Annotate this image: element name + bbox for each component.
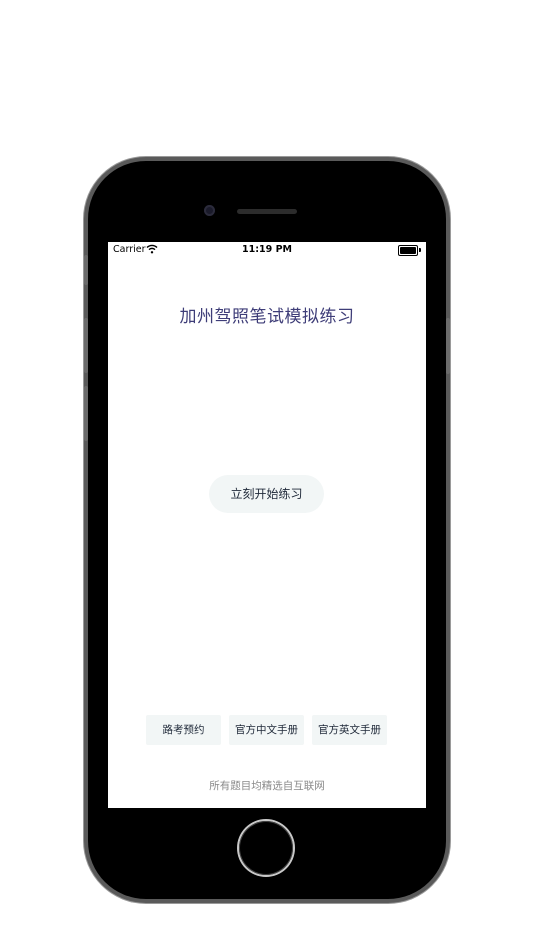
home-button[interactable] [239,821,293,875]
chinese-handbook-button[interactable]: 官方中文手册 [229,715,304,745]
power-button [446,318,450,374]
start-practice-button[interactable]: 立刻开始练习 [209,475,324,513]
status-time: 11:19 PM [242,244,292,255]
earpiece-speaker [237,209,297,214]
footer-note: 所有题目均精选自互联网 [209,780,325,792]
mute-switch [84,255,88,285]
battery-icon [398,245,418,256]
page-title: 加州驾照笔试模拟练习 [179,307,355,327]
road-test-appointment-button[interactable]: 路考预约 [146,715,221,745]
volume-up-button [84,318,88,373]
volume-down-button [84,386,88,441]
battery-tip [419,248,421,252]
front-camera [204,205,215,216]
status-bar: Carrier 11:19 PM [108,242,426,258]
english-handbook-button[interactable]: 官方英文手册 [312,715,387,745]
app-screen: Carrier 11:19 PM 加州驾照笔试模拟练习 立刻开始练习 路考预约 … [108,242,426,808]
